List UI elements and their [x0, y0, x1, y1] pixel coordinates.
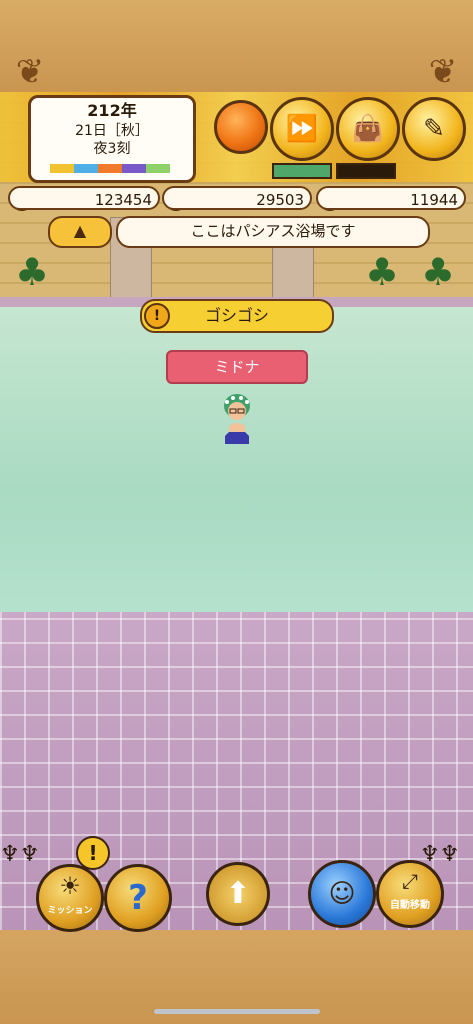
ornament-right-icon: ❦ — [428, 52, 458, 92]
sun-icon — [214, 100, 268, 154]
quill-icon: ✎ — [423, 114, 445, 144]
season-segment — [50, 164, 74, 173]
ornament-left-icon: ❦ — [15, 52, 45, 92]
gauge-green — [272, 163, 332, 179]
season-bar — [50, 164, 170, 173]
season-segment — [98, 164, 122, 173]
gauge-dark — [336, 163, 396, 179]
mission-button[interactable]: ☀ ミッション — [36, 864, 104, 932]
stopwatch-icon: ⏩ — [285, 114, 319, 144]
arrows-icon: ⤢ — [402, 869, 418, 893]
day-text: 21日［秋］ — [75, 123, 149, 139]
auto-move-button[interactable]: ⤢ 自動移動 — [376, 860, 444, 928]
plant-icon: ♣ — [420, 250, 456, 294]
location-text: ここはパシアス浴場です — [116, 216, 430, 248]
plant-icon: ♣ — [364, 250, 400, 294]
season-segment — [146, 164, 170, 173]
season-segment — [74, 164, 98, 173]
bag-icon: 👜 — [351, 114, 385, 144]
npc-name-label[interactable]: ミドナ — [166, 350, 308, 384]
resource-value: 29503 — [162, 186, 312, 210]
help-button[interactable]: ? — [104, 864, 172, 932]
home-indicator[interactable] — [154, 1009, 320, 1014]
bag-button[interactable]: 👜 — [336, 97, 400, 161]
fast-forward-button[interactable]: ⏩ — [270, 97, 334, 161]
mascot-icon: ☺ — [328, 879, 356, 909]
time-text: 夜3刻 — [93, 141, 131, 157]
mission-alert-icon: ! — [76, 836, 110, 870]
resource-value: 11944 — [316, 186, 466, 210]
year-text: 212年 — [87, 101, 137, 120]
top-frame — [0, 0, 473, 92]
up-arrow-icon: ⬆ — [225, 876, 251, 911]
up-arrow-button[interactable]: ⬆ — [206, 862, 270, 926]
map-button[interactable]: ▲ — [48, 216, 112, 248]
auto-move-label: 自動移動 — [390, 900, 430, 911]
edit-button[interactable]: ✎ — [402, 97, 466, 161]
mountain-icon: ▲ — [73, 221, 87, 240]
mission-icon: ☀ — [59, 872, 81, 900]
season-segment — [122, 164, 146, 173]
character-sprite[interactable] — [217, 392, 257, 446]
mission-label: ミッション — [47, 906, 93, 916]
fence-icon: ♆♆ — [0, 842, 40, 867]
alert-icon: ! — [144, 303, 170, 329]
plant-icon: ♣ — [14, 250, 50, 294]
resource-value: 123454 — [8, 186, 160, 210]
mascot-button[interactable]: ☺ — [308, 860, 376, 928]
